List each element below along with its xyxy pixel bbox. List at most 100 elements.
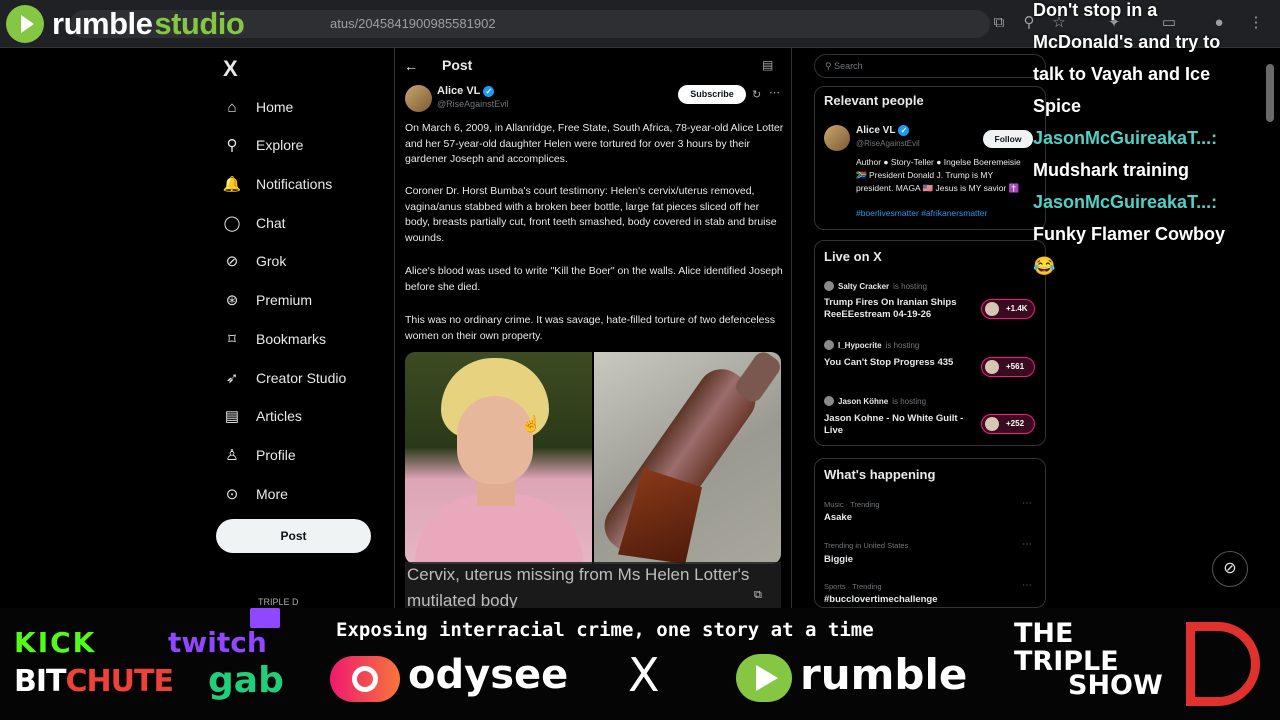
post-paragraph: Coroner Dr. Horst Bumba's court testimon… bbox=[405, 185, 777, 244]
twitch-icon bbox=[250, 608, 280, 628]
x-logo[interactable]: X bbox=[223, 56, 238, 82]
chat-username: JasonMcGuireakaT...: bbox=[1033, 192, 1218, 212]
sidebar-item-more[interactable]: ⊙ More bbox=[222, 479, 288, 509]
post-paragraph: Alice's blood was used to write "Kill th… bbox=[405, 265, 783, 293]
trend-name[interactable]: Biggie bbox=[824, 554, 853, 565]
post-author-handle[interactable]: @RiseAgainstEvil bbox=[437, 99, 509, 109]
author-name-text: Alice VL bbox=[437, 85, 481, 97]
sidebar-item-label: Chat bbox=[256, 215, 286, 231]
bitchute-logo: BITCHUTE bbox=[14, 664, 174, 699]
stream-screen: atus/2045841900985581902 ⧉ ⚲ ☆ ✦ ▭ ● ⋮ r… bbox=[0, 0, 1280, 720]
live-host-status: is hosting bbox=[885, 340, 920, 350]
account-switcher[interactable]: TRIPLE D bbox=[258, 597, 299, 607]
triple-d-show-logo: THE TRIPLE SHOW bbox=[1014, 618, 1274, 714]
bottle-photo[interactable] bbox=[594, 352, 781, 564]
avatar[interactable] bbox=[405, 85, 432, 112]
live-listeners-pill[interactable]: +1.4K bbox=[981, 299, 1035, 319]
chat-message: Mudshark training bbox=[1033, 154, 1273, 186]
verified-badge-icon: ✓ bbox=[483, 85, 495, 97]
post-paragraph: On March 6, 2009, in Allanridge, Free St… bbox=[405, 122, 784, 165]
post-paragraph: This was no ordinary crime. It was savag… bbox=[405, 314, 776, 342]
sidebar-item-explore[interactable]: ⚲ Explore bbox=[222, 130, 304, 160]
chat-text: McDonald's and try to bbox=[1033, 32, 1221, 52]
chat-message: McDonald's and try to bbox=[1033, 26, 1273, 58]
odysee-icon bbox=[330, 656, 400, 702]
trend-meta: Music · Trending bbox=[824, 500, 880, 509]
live-host[interactable]: Salty Cracker is hosting bbox=[824, 281, 927, 291]
chat-message: 😂 bbox=[1033, 250, 1273, 282]
back-arrow-icon[interactable]: ← bbox=[404, 58, 418, 74]
search-input[interactable]: ⚲ Search bbox=[814, 54, 1046, 78]
chat-username: JasonMcGuireakaT...: bbox=[1033, 128, 1218, 148]
install-app-icon[interactable]: ⧉ bbox=[990, 14, 1008, 32]
person-hashtags[interactable]: #boerlivesmatter #afrikanersmatter bbox=[856, 208, 1036, 218]
live-space-title[interactable]: Jason Kohne - No White Guilt - Live bbox=[824, 413, 984, 437]
sidebar-item-chat[interactable]: ◯ Chat bbox=[222, 208, 286, 238]
sidebar-item-label: Grok bbox=[256, 253, 287, 269]
trend-more-icon[interactable]: ⋯ bbox=[1022, 580, 1032, 591]
trend-name[interactable]: Asake bbox=[824, 512, 852, 523]
live-space-title[interactable]: Trump Fires On Iranian Ships ReeEEestrea… bbox=[824, 297, 984, 321]
whats-happening-title: What's happening bbox=[824, 467, 936, 482]
grok-float-button[interactable]: ⊘ bbox=[1212, 551, 1248, 587]
listener-count: +252 bbox=[1006, 419, 1025, 428]
post-author-name[interactable]: Alice VL ✓ bbox=[437, 85, 495, 97]
home-icon: ⌂ bbox=[227, 98, 237, 116]
subscribe-button[interactable]: Subscribe bbox=[678, 85, 746, 104]
live-host[interactable]: I_Hypocrite is hosting bbox=[824, 340, 919, 350]
live-host-status: is hosting bbox=[892, 396, 927, 406]
sidebar-item-home[interactable]: ⌂ Home bbox=[222, 92, 293, 122]
show-show-text: SHOW bbox=[1068, 670, 1163, 701]
trend-more-icon[interactable]: ⋯ bbox=[1022, 498, 1032, 509]
portrait-photo[interactable] bbox=[405, 352, 592, 564]
grok-explain-icon[interactable]: ↻ bbox=[752, 88, 761, 101]
sidebar-item-profile[interactable]: ♙ Profile bbox=[222, 440, 295, 470]
twitch-logo: twitch bbox=[168, 626, 267, 659]
person-bio: Author ● Story-Teller ● Ingelse Boeremei… bbox=[856, 157, 1021, 193]
more-options-icon[interactable]: ⋯ bbox=[769, 86, 780, 99]
media-expand-icon[interactable]: ⧉ bbox=[754, 589, 762, 602]
sidebar-item-articles[interactable]: ▤ Articles bbox=[222, 401, 302, 431]
trend-more-icon[interactable]: ⋯ bbox=[1022, 539, 1032, 550]
chat-text: Don't stop in a bbox=[1033, 0, 1158, 20]
relevant-people-title: Relevant people bbox=[824, 93, 924, 108]
sidebar-item-notifications[interactable]: 🔔 Notifications bbox=[222, 169, 333, 199]
post-media[interactable] bbox=[405, 352, 781, 564]
live-host[interactable]: Jason Köhne is hosting bbox=[824, 396, 926, 406]
sidebar-item-creator-studio[interactable]: ➶ Creator Studio bbox=[222, 363, 347, 393]
live-listeners-pill[interactable]: +561 bbox=[981, 357, 1035, 377]
live-host-name: I_Hypocrite bbox=[838, 340, 882, 350]
follow-button[interactable]: Follow bbox=[983, 130, 1033, 148]
show-the-text: THE bbox=[1014, 618, 1074, 649]
rocket-icon: ➶ bbox=[225, 370, 239, 387]
sidebar-item-label: Premium bbox=[256, 292, 313, 308]
chat-message: Spice bbox=[1033, 90, 1273, 122]
person-handle[interactable]: @RiseAgainstEvil bbox=[856, 139, 920, 148]
gab-logo: gab bbox=[208, 660, 284, 701]
person-name[interactable]: Alice VL ✓ bbox=[856, 125, 910, 137]
chat-message: JasonMcGuireakaT...: bbox=[1033, 186, 1273, 218]
avatar bbox=[985, 302, 999, 316]
rumble-play-icon bbox=[6, 5, 44, 43]
trend-meta: Sports · Trending bbox=[824, 582, 882, 591]
premium-icon: ⊛ bbox=[225, 292, 239, 309]
sidebar-item-bookmarks[interactable]: ⌑ Bookmarks bbox=[222, 324, 326, 354]
avatar[interactable] bbox=[824, 125, 850, 151]
stream-chat-overlay: Don't stop in a McDonald's and try to talk… bbox=[1033, 0, 1273, 282]
trend-name[interactable]: #bucclovertimechallenge bbox=[824, 594, 938, 605]
live-space-title[interactable]: You Can't Stop Progress 435 bbox=[824, 357, 984, 369]
x-banner-logo: X bbox=[628, 648, 660, 702]
avatar bbox=[824, 281, 834, 291]
reader-mode-icon[interactable]: ▤ bbox=[762, 58, 773, 72]
person-name-text: Alice VL bbox=[856, 125, 896, 137]
chat-text: 😂 bbox=[1033, 256, 1056, 276]
watermark-rumble-text: rumble bbox=[52, 6, 153, 41]
live-listeners-pill[interactable]: +252 bbox=[981, 414, 1035, 434]
sidebar-item-grok[interactable]: ⊘ Grok bbox=[222, 246, 287, 276]
sidebar-item-premium[interactable]: ⊛ Premium bbox=[222, 285, 312, 315]
post-button[interactable]: Post bbox=[216, 519, 371, 553]
sidebar-item-label: Bookmarks bbox=[256, 331, 327, 347]
search-icon: ⚲ bbox=[226, 137, 238, 154]
articles-icon: ▤ bbox=[224, 408, 240, 425]
sidebar-item-label: Creator Studio bbox=[256, 370, 347, 386]
